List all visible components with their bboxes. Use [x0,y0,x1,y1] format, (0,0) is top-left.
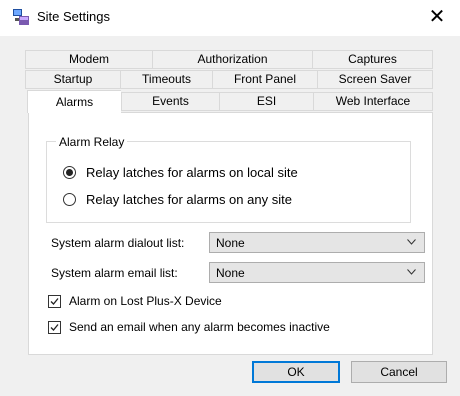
ok-button[interactable]: OK [252,361,340,383]
tab-web-interface[interactable]: Web Interface [313,92,433,111]
close-icon[interactable]: ✕ [414,0,460,36]
checkbox-lost-plusx-label: Alarm on Lost Plus-X Device [69,294,222,308]
tab-startup[interactable]: Startup [25,70,120,89]
alarm-relay-group [46,141,411,223]
tab-row-3: Alarms Events ESI Web Interface [27,90,433,113]
checkbox-box[interactable] [48,294,61,308]
tab-alarms[interactable]: Alarms [27,90,121,113]
site-settings-app-icon [13,9,29,25]
checkmark-icon [50,297,59,305]
email-list-value: None [216,266,245,280]
chevron-down-icon [407,239,416,245]
title-bar: Site Settings ✕ [0,0,460,36]
dialout-list-value: None [216,236,245,250]
radio-any-site-label: Relay latches for alarms on any site [86,192,292,207]
tab-events[interactable]: Events [121,92,219,111]
email-list-label: System alarm email list: [51,266,178,280]
tab-timeouts[interactable]: Timeouts [120,70,212,89]
alarm-relay-group-title: Alarm Relay [56,135,128,149]
tab-authorization[interactable]: Authorization [152,50,312,69]
radio-local-site[interactable]: Relay latches for alarms on local site [63,165,298,180]
checkbox-email-inactive[interactable]: Send an email when any alarm becomes ina… [48,320,330,334]
tab-modem[interactable]: Modem [25,50,152,69]
dialout-list-select[interactable]: None [209,232,425,253]
checkbox-lost-plusx[interactable]: Alarm on Lost Plus-X Device [48,294,222,308]
email-list-select[interactable]: None [209,262,425,283]
tab-row-1: Modem Authorization Captures [25,50,433,69]
radio-local-site-label: Relay latches for alarms on local site [86,165,298,180]
tab-screen-saver[interactable]: Screen Saver [317,70,433,89]
radio-button-unselected[interactable] [63,193,76,206]
tab-front-panel[interactable]: Front Panel [212,70,317,89]
tab-esi[interactable]: ESI [219,92,313,111]
tab-captures[interactable]: Captures [312,50,433,69]
checkbox-box[interactable] [48,320,61,334]
chevron-down-icon [407,269,416,275]
tab-row-2: Startup Timeouts Front Panel Screen Save… [25,70,433,89]
cancel-button[interactable]: Cancel [351,361,447,383]
checkmark-icon [50,323,59,331]
radio-any-site[interactable]: Relay latches for alarms on any site [63,192,292,207]
radio-button-selected[interactable] [63,166,76,179]
dialout-list-label: System alarm dialout list: [51,236,185,250]
checkbox-email-inactive-label: Send an email when any alarm becomes ina… [69,320,330,334]
window-title: Site Settings [37,9,110,24]
